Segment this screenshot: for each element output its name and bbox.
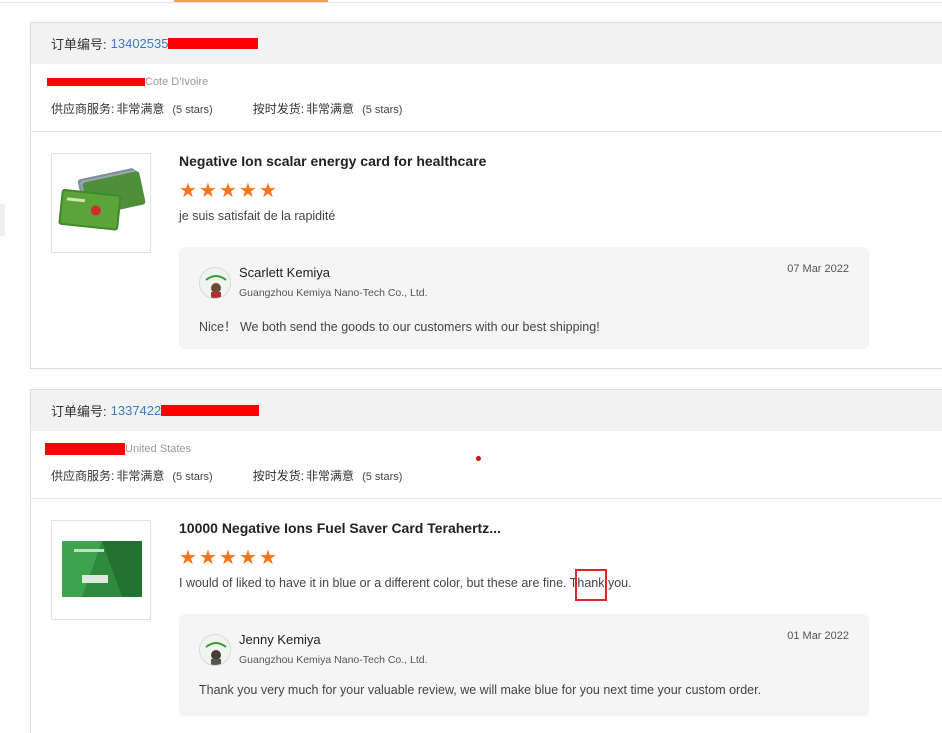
supplier-service-stars: (5 stars) <box>172 104 213 116</box>
product-thumbnail[interactable] <box>51 520 151 620</box>
reply-text: Nice！ We both send the goods to our cust… <box>199 320 600 334</box>
annotation-dot <box>476 456 481 461</box>
review-stars: ★ ★ ★ ★ ★ <box>179 548 279 568</box>
shipping-rating: 按时发货: 非常满意 (5 stars) <box>253 100 403 117</box>
supplier-service-stars: (5 stars) <box>172 471 213 483</box>
review-card: 订单编号: 13402535 Cote D'Ivoire 供应商服务: 非常满意… <box>30 22 942 369</box>
avatar-image <box>200 268 230 298</box>
supplier-service-rating: 供应商服务: 非常满意 (5 stars) <box>51 100 213 117</box>
buyer-line: Cote D'Ivoire <box>47 76 208 88</box>
product-title[interactable]: Negative Ion scalar energy card for heal… <box>179 153 486 169</box>
reply-date: 01 Mar 2022 <box>787 630 849 642</box>
redaction-mark <box>168 38 259 49</box>
star-icon: ★ <box>259 180 277 202</box>
star-icon: ★ <box>219 547 237 569</box>
avatar <box>199 267 231 299</box>
section-divider <box>31 131 942 132</box>
shipping-label: 按时发货: <box>252 102 305 116</box>
supplier-service-value: 非常满意 <box>116 102 165 116</box>
order-header: 订单编号: 13402535 <box>31 23 942 64</box>
buyer-country: Cote D'Ivoire <box>145 76 209 88</box>
redaction-mark <box>161 405 260 416</box>
shipping-value: 非常满意 <box>306 102 355 116</box>
reply-company: Guangzhou Kemiya Nano-Tech Co., Ltd. <box>239 287 428 299</box>
reply-text: Thank you very much for your valuable re… <box>199 683 762 697</box>
star-icon: ★ <box>239 547 257 569</box>
order-number-link[interactable]: 13402535 <box>111 36 169 51</box>
order-number-label: 订单编号: <box>51 37 107 52</box>
star-icon: ★ <box>179 180 197 202</box>
avatar-image <box>200 635 230 665</box>
reply-author-name: Scarlett Kemiya <box>239 265 331 280</box>
avatar <box>199 634 231 666</box>
seller-rating-line: 供应商服务: 非常满意 (5 stars) 按时发货: 非常满意 (5 star… <box>51 467 402 484</box>
supplier-service-label: 供应商服务: <box>51 469 115 483</box>
shipping-stars: (5 stars) <box>362 471 403 483</box>
supplier-service-rating: 供应商服务: 非常满意 (5 stars) <box>51 467 213 484</box>
shipping-label: 按时发货: <box>252 469 305 483</box>
card-product-image <box>52 154 150 252</box>
shipping-rating: 按时发货: 非常满意 (5 stars) <box>253 467 403 484</box>
card-product-image <box>52 521 150 619</box>
annotation-highlight-box <box>575 569 607 601</box>
reply-company: Guangzhou Kemiya Nano-Tech Co., Ltd. <box>239 654 428 666</box>
star-icon: ★ <box>259 547 277 569</box>
review-stars: ★ ★ ★ ★ ★ <box>179 181 279 201</box>
top-divider <box>0 2 942 3</box>
seller-reply: Scarlett Kemiya Guangzhou Kemiya Nano-Te… <box>179 247 869 349</box>
shipping-value: 非常满意 <box>306 469 355 483</box>
redaction-mark <box>47 78 145 87</box>
supplier-service-label: 供应商服务: <box>51 102 115 116</box>
reply-date: 07 Mar 2022 <box>787 263 849 275</box>
redaction-mark <box>45 443 125 456</box>
star-icon: ★ <box>199 180 217 202</box>
supplier-service-value: 非常满意 <box>116 469 165 483</box>
review-card: 订单编号: 1337422 United States 供应商服务: 非常满意 … <box>30 389 942 733</box>
buyer-country: United States <box>125 443 192 455</box>
review-text: je suis satisfait de la rapidité <box>179 209 336 223</box>
star-icon: ★ <box>179 547 197 569</box>
seller-rating-line: 供应商服务: 非常满意 (5 stars) 按时发货: 非常满意 (5 star… <box>51 100 402 117</box>
reviews-page: 订单编号: 13402535 Cote D'Ivoire 供应商服务: 非常满意… <box>0 0 942 733</box>
order-number-label: 订单编号: <box>51 404 107 419</box>
buyer-line: United States <box>45 443 192 456</box>
star-icon: ★ <box>199 547 217 569</box>
product-thumbnail[interactable] <box>51 153 151 253</box>
shipping-stars: (5 stars) <box>362 104 403 116</box>
order-header: 订单编号: 1337422 <box>31 390 942 431</box>
star-icon: ★ <box>219 180 237 202</box>
seller-reply: Jenny Kemiya Guangzhou Kemiya Nano-Tech … <box>179 614 869 716</box>
reply-author-name: Jenny Kemiya <box>239 632 321 647</box>
order-number-link[interactable]: 1337422 <box>111 403 162 418</box>
review-text: I would of liked to have it in blue or a… <box>179 576 632 590</box>
product-title[interactable]: 10000 Negative Ions Fuel Saver Card Tera… <box>179 520 501 536</box>
left-edge-stub <box>0 204 5 236</box>
star-icon: ★ <box>239 180 257 202</box>
section-divider <box>31 498 942 499</box>
